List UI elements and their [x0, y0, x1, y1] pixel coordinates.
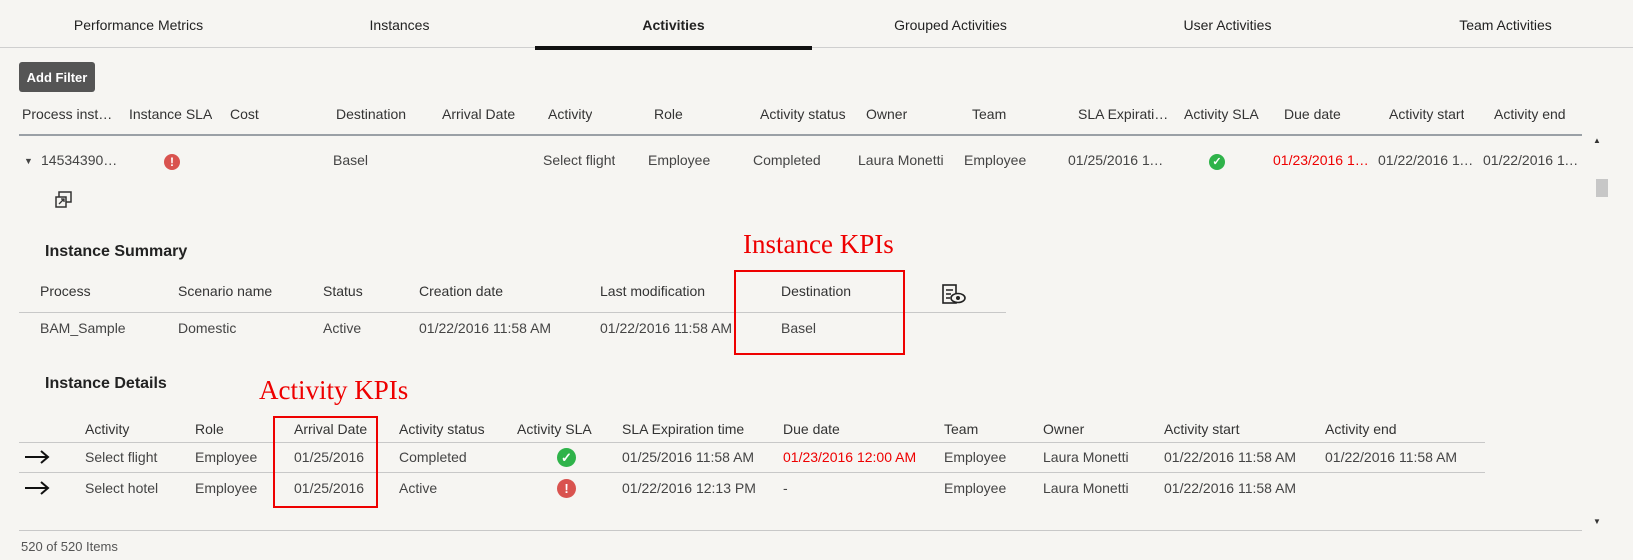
expand-arrow-icon[interactable]: ▼ — [24, 156, 33, 166]
vertical-scrollbar[interactable] — [1590, 139, 1604, 527]
error-icon: ! — [164, 154, 180, 170]
check-icon: ✓ — [1209, 154, 1225, 170]
details-row1-activity-start: 01/22/2016 11:58 AM — [1164, 449, 1297, 465]
activity-status-cell: Completed — [753, 152, 821, 168]
details-header-team: Team — [944, 421, 979, 437]
tab-grouped-activities[interactable]: Grouped Activities — [812, 0, 1089, 48]
summary-value-last-modification: 01/22/2016 11:58 AM — [600, 320, 733, 336]
activity-start-cell: 01/22/2016 11… — [1378, 152, 1476, 168]
tab-performance-metrics[interactable]: Performance Metrics — [0, 0, 277, 48]
details-row-divider — [19, 472, 1485, 473]
details-header-owner: Owner — [1043, 421, 1085, 437]
details-row1-sla-expiration: 01/25/2016 11:58 AM — [622, 449, 755, 465]
open-window-icon[interactable] — [55, 191, 73, 209]
check-icon: ✓ — [557, 448, 576, 467]
column-header-activity[interactable]: Activity — [548, 106, 592, 122]
view-details-icon[interactable] — [942, 284, 966, 306]
summary-header-process: Process — [40, 283, 91, 299]
add-filter-button[interactable]: Add Filter — [19, 62, 95, 92]
column-header-team[interactable]: Team — [972, 106, 1006, 122]
details-row2-sla-expiration: 01/22/2016 12:13 PM — [622, 480, 756, 496]
details-row2-activity-start: 01/22/2016 11:58 AM — [1164, 480, 1297, 496]
instance-kpis-highlight — [734, 270, 905, 355]
summary-header-scenario-name: Scenario name — [178, 283, 273, 299]
activity-cell: Select flight — [543, 152, 616, 168]
column-header-role[interactable]: Role — [654, 106, 683, 122]
details-row2-activity-status: Active — [399, 480, 438, 496]
column-header-sla-expiration[interactable]: SLA Expiratio… — [1078, 106, 1170, 122]
details-header-activity: Activity — [85, 421, 130, 437]
column-header-arrival-date[interactable]: Arrival Date — [442, 106, 515, 122]
scrollbar-thumb[interactable] — [1596, 179, 1608, 197]
summary-header-status: Status — [323, 283, 363, 299]
tab-instances[interactable]: Instances — [261, 0, 538, 48]
owner-cell: Laura Monetti — [858, 152, 944, 168]
summary-value-creation-date: 01/22/2016 11:58 AM — [419, 320, 552, 336]
due-date-cell: 01/23/2016 12… — [1273, 152, 1371, 168]
details-header-activity-end: Activity end — [1325, 421, 1397, 437]
activity-kpis-label: Activity KPIs — [259, 375, 409, 405]
details-row2-owner: Laura Monetti — [1043, 480, 1129, 496]
summary-header-last-modification: Last modification — [600, 283, 706, 299]
role-cell: Employee — [648, 152, 711, 168]
column-header-instance-sla[interactable]: Instance SLA — [129, 106, 212, 122]
tab-team-activities[interactable]: Team Activities — [1367, 0, 1633, 48]
column-header-cost[interactable]: Cost — [230, 106, 259, 122]
column-header-activity-start[interactable]: Activity start — [1389, 106, 1464, 122]
column-header-destination[interactable]: Destination — [336, 106, 406, 122]
details-row2-activity: Select hotel — [85, 480, 159, 496]
process-instance-cell[interactable]: 145343906… — [41, 152, 119, 168]
details-header-role: Role — [195, 421, 224, 437]
details-row1-owner: Laura Monetti — [1043, 449, 1129, 465]
item-count: 520 of 520 Items — [21, 539, 118, 554]
details-row1-activity-end: 01/22/2016 11:58 AM — [1325, 449, 1458, 465]
summary-value-process: BAM_Sample — [40, 320, 126, 336]
tab-bar: Performance Metrics Instances Activities… — [0, 0, 1633, 50]
column-header-due-date[interactable]: Due date — [1284, 106, 1341, 122]
summary-value-scenario-name: Domestic — [178, 320, 237, 336]
destination-cell: Basel — [333, 152, 369, 168]
details-header-sla-expiration: SLA Expiration time — [622, 421, 745, 437]
details-header-divider — [19, 442, 1485, 443]
navigate-arrow-icon[interactable] — [24, 480, 50, 496]
navigate-arrow-icon[interactable] — [24, 449, 50, 465]
instance-summary-title: Instance Summary — [45, 243, 188, 260]
error-icon: ! — [557, 479, 576, 498]
scroll-down-icon[interactable]: ▼ — [1593, 517, 1601, 526]
column-header-process-instance[interactable]: Process inst…▼ — [22, 106, 120, 122]
details-row1-team: Employee — [944, 449, 1007, 465]
column-header-activity-end[interactable]: Activity end — [1494, 106, 1566, 122]
sla-expiration-cell: 01/25/2016 11… — [1068, 152, 1166, 168]
header-divider — [19, 134, 1582, 136]
details-row2-due-date: - — [783, 480, 788, 496]
details-row1-role: Employee — [195, 449, 258, 465]
details-row1-activity: Select flight — [85, 449, 158, 465]
summary-value-status: Active — [323, 320, 362, 336]
activity-end-cell: 01/22/2016 11… — [1483, 152, 1581, 168]
details-header-activity-sla: Activity SLA — [517, 421, 592, 437]
details-header-due-date: Due date — [783, 421, 840, 437]
details-header-activity-status: Activity status — [399, 421, 485, 437]
instance-kpis-label: Instance KPIs — [743, 229, 894, 259]
tab-user-activities[interactable]: User Activities — [1089, 0, 1366, 48]
tab-activities[interactable]: Activities — [535, 0, 812, 50]
details-row1-due-date: 01/23/2016 12:00 AM — [783, 449, 917, 465]
footer-divider — [19, 530, 1582, 531]
details-row2-role: Employee — [195, 480, 258, 496]
column-header-activity-status[interactable]: Activity status — [760, 106, 846, 122]
details-row1-activity-status: Completed — [399, 449, 467, 465]
details-header-activity-start: Activity start — [1164, 421, 1240, 437]
scroll-up-icon[interactable]: ▲ — [1593, 136, 1601, 145]
instance-details-title: Instance Details — [45, 375, 167, 392]
column-header-owner[interactable]: Owner — [866, 106, 907, 122]
team-cell: Employee — [964, 152, 1027, 168]
column-header-activity-sla[interactable]: Activity SLA — [1184, 106, 1259, 122]
activity-kpis-highlight — [273, 416, 378, 508]
details-row2-team: Employee — [944, 480, 1007, 496]
summary-header-creation-date: Creation date — [419, 283, 504, 299]
